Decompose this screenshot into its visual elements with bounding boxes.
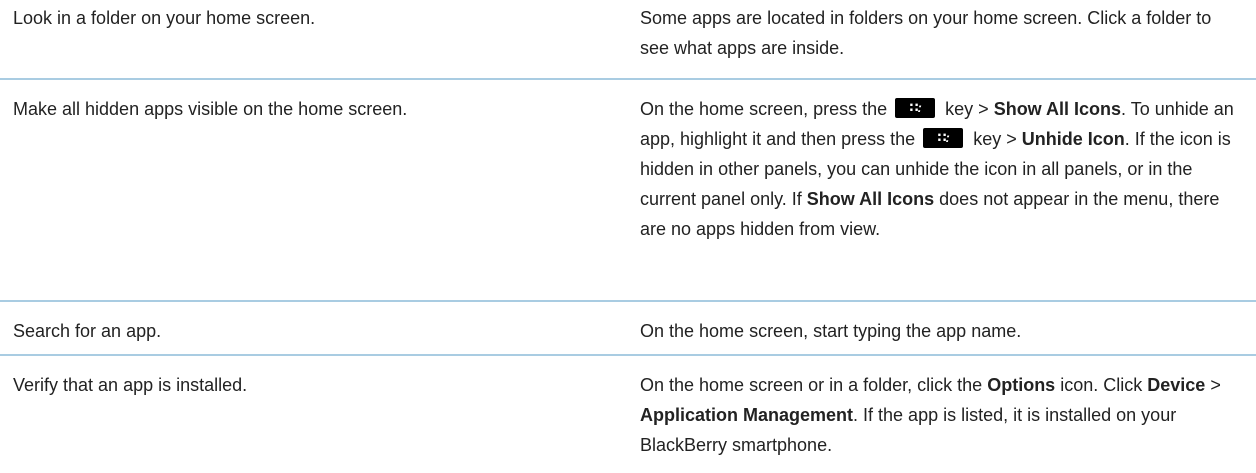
table-row: Look in a folder on your home screen. So… (0, 0, 1256, 80)
detail-cell: On the home screen or in a folder, click… (640, 370, 1256, 473)
menu-item-show-all-icons: Show All Icons (993, 99, 1122, 119)
menu-item-unhide-icon: Unhide Icon (1021, 129, 1125, 149)
help-table: Look in a folder on your home screen. So… (0, 0, 1256, 473)
detail-text: > (1210, 375, 1221, 395)
options-label: Options (987, 375, 1056, 395)
table-row: Verify that an app is installed. On the … (0, 356, 1256, 473)
application-management-label: Application Management (640, 405, 854, 425)
task-cell: Make all hidden apps visible on the home… (13, 99, 408, 119)
blackberry-menu-key-icon: ∷: (923, 128, 964, 149)
blackberry-menu-key-icon: ∷: (895, 98, 936, 119)
task-cell: Search for an app. (13, 321, 162, 341)
detail-text: key > (945, 99, 989, 119)
detail-cell: On the home screen, press the ∷: key > Sho… (640, 94, 1256, 300)
detail-text: On the home screen, press the (640, 99, 888, 119)
detail-cell: Some apps are located in folders on your… (640, 8, 1212, 58)
task-cell: Verify that an app is installed. (13, 375, 248, 395)
task-cell: Look in a folder on your home screen. (13, 8, 316, 28)
detail-text: key > (973, 129, 1017, 149)
detail-text: On the home screen or in a folder, click… (640, 375, 983, 395)
detail-cell: On the home screen, start typing the app… (640, 321, 1022, 341)
detail-text: icon. Click (1060, 375, 1143, 395)
device-label: Device (1147, 375, 1206, 395)
menu-item-show-all-icons: Show All Icons (806, 189, 935, 209)
table-row: Search for an app. On the home screen, s… (0, 302, 1256, 356)
table-row: Make all hidden apps visible on the home… (0, 80, 1256, 302)
